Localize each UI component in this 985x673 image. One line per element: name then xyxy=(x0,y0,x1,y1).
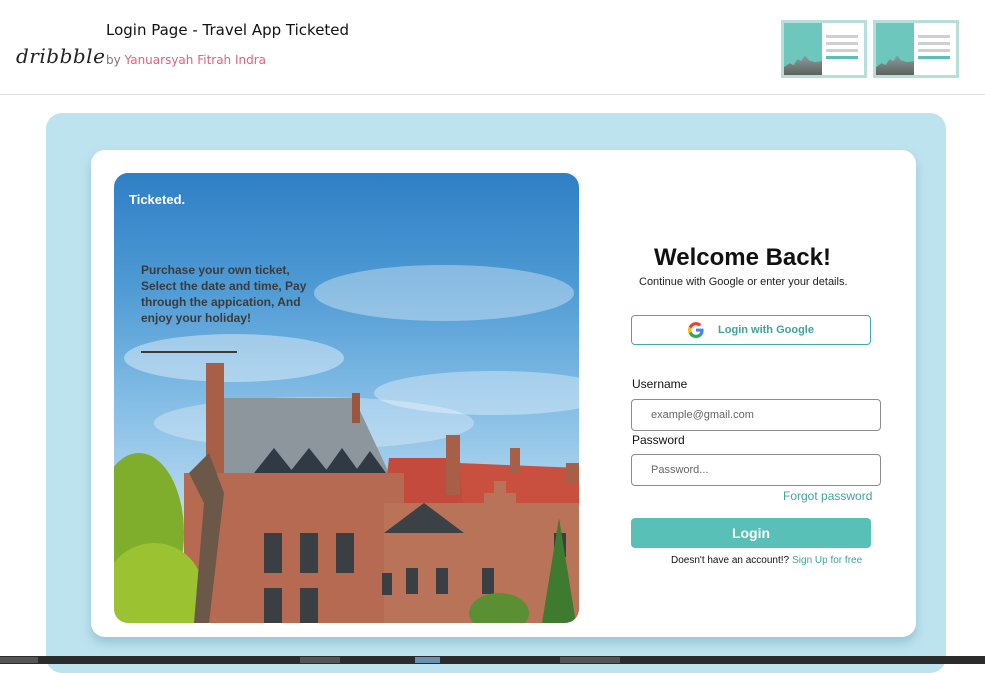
password-label: Password xyxy=(632,433,685,447)
forgot-password-link[interactable]: Forgot password xyxy=(783,489,872,503)
shot-title: Login Page - Travel App Ticketed xyxy=(106,21,350,39)
password-input[interactable] xyxy=(631,454,881,486)
google-icon xyxy=(688,322,704,338)
byline-prefix: by xyxy=(106,53,121,67)
google-button-label: Login with Google xyxy=(718,324,814,336)
username-input[interactable] xyxy=(631,399,881,431)
castle-illustration xyxy=(114,265,579,623)
hero-image xyxy=(114,173,579,623)
no-account-text: Doesn't have an account!? xyxy=(671,555,790,566)
byline: by Yanuarsyah Fitrah Indra xyxy=(106,53,266,67)
brand-name: Ticketed. xyxy=(129,192,186,207)
dribbble-logo[interactable]: dribbble xyxy=(16,44,105,68)
login-with-google-button[interactable]: Login with Google xyxy=(631,315,871,345)
shot-header: dribbble Login Page - Travel App Tickete… xyxy=(0,0,985,95)
welcome-title: Welcome Back! xyxy=(654,244,831,271)
signup-row: Doesn't have an account!? Sign Up for fre… xyxy=(671,555,862,566)
signup-link[interactable]: Sign Up for free xyxy=(792,555,862,566)
thumbnail-1[interactable] xyxy=(781,20,867,78)
welcome-subtitle: Continue with Google or enter your detai… xyxy=(639,276,848,288)
taskbar xyxy=(0,656,985,664)
username-label: Username xyxy=(632,377,688,391)
login-button[interactable]: Login xyxy=(631,518,871,548)
thumbnail-2[interactable] xyxy=(873,20,959,78)
tagline-underline xyxy=(141,351,237,353)
author-link[interactable]: Yanuarsyah Fitrah Indra xyxy=(125,53,266,67)
hero-tagline: Purchase your own ticket, Select the dat… xyxy=(141,263,307,325)
